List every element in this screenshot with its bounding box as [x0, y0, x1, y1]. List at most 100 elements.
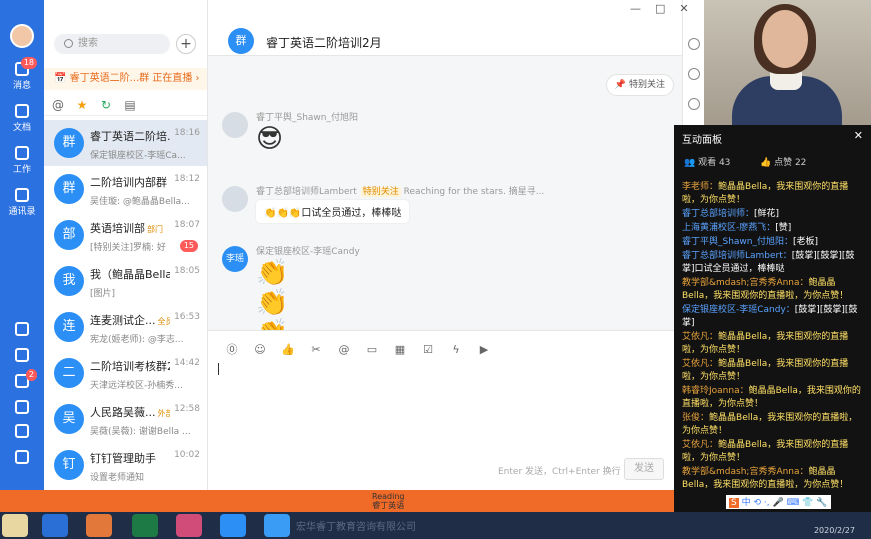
conversation-time: 12:58	[174, 404, 200, 414]
follow-button[interactable]: 📌 特别关注	[605, 74, 674, 96]
live-text: 睿丁英语二阶...群 正在直播	[69, 73, 193, 84]
search-icon	[64, 39, 73, 48]
conversation-preview: 天津远洋校区-孙楠秀...	[90, 381, 183, 391]
conversation-tag: 全员	[157, 317, 171, 326]
ime-toolbar[interactable]: S 中 ⟲ ·, 🎤 ⌨ 👕 🔧	[726, 495, 831, 509]
sender-name: 睿丁平舆_Shawn_付旭阳	[256, 113, 358, 123]
conversation-tag: 外部	[157, 409, 171, 418]
search-input[interactable]: 搜索	[54, 34, 170, 54]
rail-item-phone[interactable]	[0, 400, 44, 414]
explorer-icon[interactable]	[2, 514, 28, 537]
conversation-item[interactable]: 连连麦测试企...全员宪龙(姬老师): @李志... 16:53	[44, 304, 207, 350]
rail-item-messages[interactable]: 消息 18	[0, 57, 44, 91]
add-member-icon[interactable]	[688, 68, 700, 80]
flash-icon[interactable]: ϟ	[442, 343, 470, 356]
refresh-filter-icon[interactable]: ↻	[96, 94, 116, 116]
conversation-item[interactable]: 部英语培训部 部门 [特别关注]罗楠: 好 18:07 15	[44, 212, 207, 258]
comment-user: 张俊：	[682, 413, 710, 423]
conversation-avatar: 我	[54, 266, 84, 296]
minimize-button[interactable]: —	[630, 2, 641, 15]
more-icon[interactable]	[688, 38, 700, 50]
clock-icon[interactable]	[688, 98, 700, 110]
rail-item-work[interactable]: 工作	[0, 146, 44, 175]
sender-name: 睿丁总部培训师Lambert	[256, 187, 357, 197]
sender-line: 睿丁总部培训师Lambert 特别关注 Reaching for the star…	[256, 184, 544, 197]
comment-user: 睿丁总部培训师Lambert：	[682, 251, 792, 261]
conversation-item[interactable]: 我我（鲍晶晶Bella... [图片] 18:05	[44, 258, 207, 304]
excel-icon[interactable]	[132, 514, 158, 537]
conversation-time: 18:12	[174, 174, 200, 184]
comment-item: 睿丁平舆_Shawn_付旭阳：[老板]	[682, 236, 864, 249]
add-button[interactable]: +	[176, 34, 196, 54]
live-banner[interactable]: 📅 睿丁英语二阶...群 正在直播 ›	[44, 68, 207, 90]
mention-icon[interactable]: @	[330, 343, 358, 356]
comment-item: 教学部&mdash;宫秀秀Anna：鲍晶晶Bella，我来围观你的直播啦，为你点…	[682, 277, 864, 303]
rail-item-calendar[interactable]	[0, 322, 44, 336]
comment-user: 睿丁平舆_Shawn_付旭阳：	[682, 237, 793, 247]
group-avatar[interactable]: 群	[228, 28, 254, 54]
dingtalk-icon[interactable]	[220, 514, 246, 537]
conversation-time: 18:05	[174, 266, 200, 276]
conversation-avatar: 吴	[54, 404, 84, 434]
comment-text: [赞]	[775, 223, 792, 233]
phone-icon	[15, 400, 29, 414]
chat-title[interactable]: 睿丁英语二阶培训2月	[266, 34, 382, 51]
video-icon[interactable]: ▶	[470, 343, 498, 356]
rail-item-apps[interactable]	[0, 450, 44, 464]
rail-item-mail[interactable]	[0, 424, 44, 438]
apps-icon	[15, 450, 29, 464]
rail-item-docs[interactable]: 文档	[0, 104, 44, 133]
conversation-name: 人民路吴薇...外部	[90, 404, 170, 420]
panel-title: 互动面板	[682, 135, 722, 146]
conversation-title: 二阶培训内部群	[90, 176, 167, 189]
sender-name: 保定银座校区-李瑶Candy	[256, 247, 360, 257]
comment-item: 韩睿玲Joanna：鲍晶晶Bella，我来围观你的直播啦，为你点赞！	[682, 385, 864, 411]
rail-item-tasks[interactable]	[0, 348, 44, 362]
calendar-icon	[15, 322, 29, 336]
scissors-icon[interactable]: ✂	[302, 343, 330, 356]
gif-icon[interactable]: ⓪	[218, 341, 246, 357]
camera-preview	[704, 0, 871, 125]
star-filter-icon[interactable]: ★	[72, 94, 92, 116]
message-input[interactable]	[218, 363, 219, 375]
checkbox-icon[interactable]: ☑	[414, 343, 442, 356]
comment-feed[interactable]: 李老师：鲍晶晶Bella，我来围观你的直播啦，为你点赞！ 睿丁总部培训师：[鲜花]…	[682, 181, 864, 507]
folder-icon[interactable]: ▭	[358, 343, 386, 356]
comment-user: 教学部&mdash;宫秀秀Anna：	[682, 467, 809, 477]
conversation-item[interactable]: 吴人民路吴薇...外部吴薇(吴薇): 谢谢Bella ... 12:58	[44, 396, 207, 442]
conversation-item[interactable]: 二二阶培训考核群2 天津远洋校区-孙楠秀... 14:42	[44, 350, 207, 396]
photos-icon[interactable]	[176, 514, 202, 537]
conversation-preview: 设置老师通知	[90, 473, 145, 483]
conversation-item[interactable]: 钉钉钉管理助手 设置老师通知 10:02	[44, 442, 207, 488]
navigation-rail: 消息 18 文档 工作 通讯录 2	[0, 0, 44, 490]
close-button[interactable]: ✕	[679, 2, 688, 15]
sender-avatar[interactable]	[222, 112, 248, 138]
conversation-tag: 部门	[147, 225, 163, 234]
sender-avatar[interactable]: 李瑶	[222, 246, 248, 272]
conversation-item[interactable]: 群二阶培训内部群 吴佳璇: @鲍晶晶Bella... 18:12	[44, 166, 207, 212]
emoji-icon[interactable]: ☺	[246, 343, 274, 356]
maximize-button[interactable]: □	[655, 2, 665, 15]
conversation-preview: 保定银座校区-李瑶Ca...	[90, 151, 186, 161]
sender-avatar[interactable]	[222, 186, 248, 212]
comment-item: 保定银座校区-李瑶Candy：[鼓掌][鼓掌][鼓掌]	[682, 304, 864, 330]
send-button[interactable]: 发送	[624, 458, 664, 480]
rail-item-contacts[interactable]: 通讯录	[0, 188, 44, 217]
conversation-avatar: 群	[54, 174, 84, 204]
grid-icon	[15, 146, 29, 160]
comment-user: 韩睿玲Joanna：	[682, 386, 749, 396]
archive-filter-icon[interactable]: ▤	[120, 94, 140, 116]
browser-icon[interactable]	[42, 514, 68, 537]
conversation-name: 二阶培训内部群	[90, 174, 170, 190]
media-player-icon[interactable]	[86, 514, 112, 537]
conversation-item[interactable]: 群睿丁英语二阶培... 保定银座校区-李瑶Ca... 18:16	[44, 120, 207, 166]
panel-close-icon[interactable]: ✕	[854, 129, 863, 142]
mention-filter-icon[interactable]: @	[48, 94, 68, 116]
live-app-icon[interactable]	[264, 514, 290, 537]
user-avatar[interactable]	[10, 24, 34, 48]
rail-item-ding[interactable]: 2	[0, 369, 44, 388]
thumb-icon[interactable]: 👍	[274, 343, 302, 356]
conversation-preview: [特别关注]罗楠: 好	[90, 243, 166, 253]
calendar-icon[interactable]: ▦	[386, 343, 414, 356]
message-composer: ⓪ ☺ 👍 ✂ @ ▭ ▦ ☑ ϟ ▶ Enter 发送，Ctrl+Enter 换行 发送	[208, 330, 682, 490]
